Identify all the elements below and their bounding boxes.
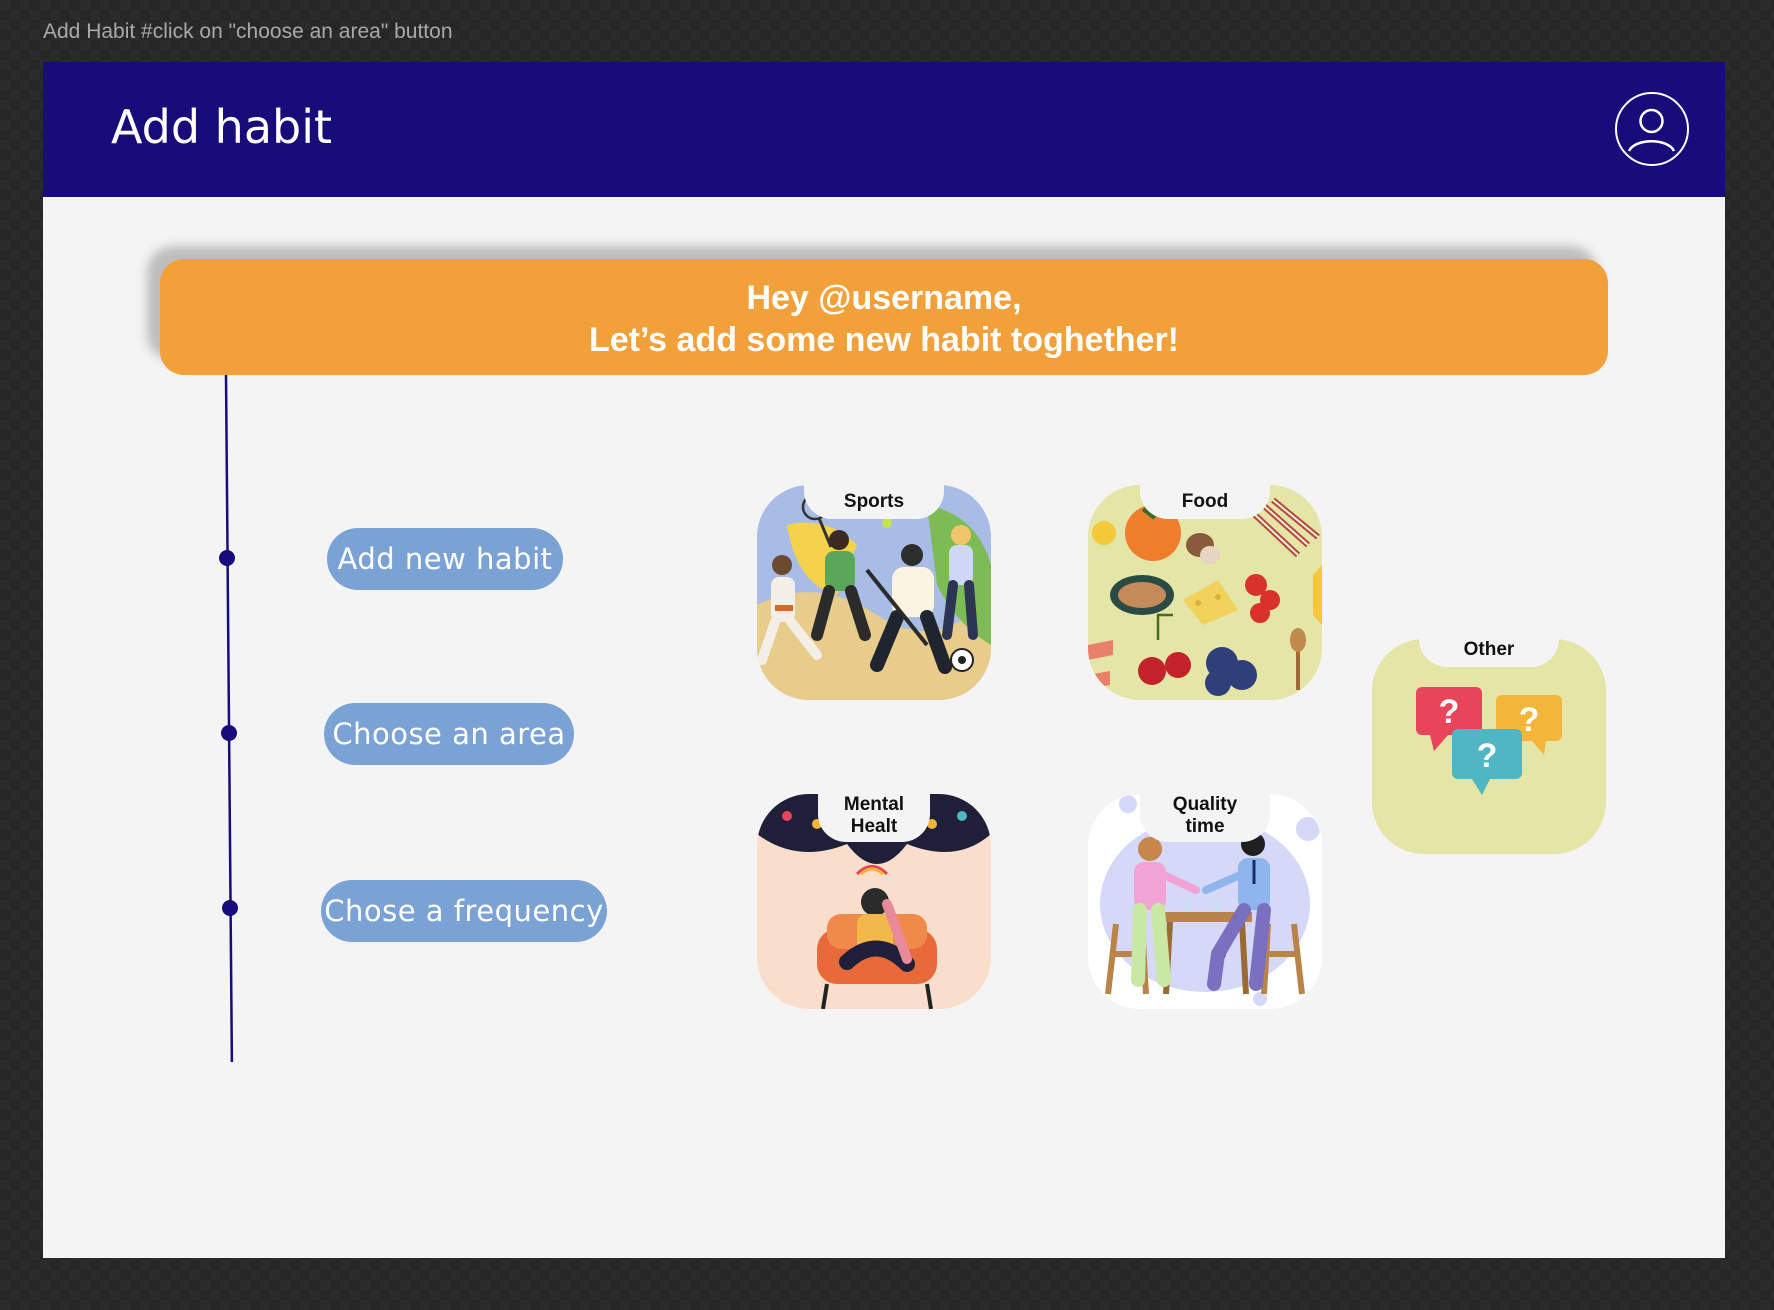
area-card-food[interactable]: Food — [1088, 465, 1322, 700]
choose-an-area-button[interactable]: Choose an area — [324, 703, 574, 765]
quality-label-line-2: time — [1185, 816, 1225, 837]
sports-label: Sports — [843, 491, 905, 512]
mental-label-line-2: Healt — [850, 816, 898, 837]
greeting-line-2: Let’s add some new habit toghether! — [588, 321, 1180, 359]
chose-a-frequency-button[interactable]: Chose a frequency — [321, 880, 607, 942]
mental-label-line-1: Mental — [843, 794, 905, 815]
user-circle-icon — [1627, 108, 1676, 152]
add-new-habit-button[interactable]: Add new habit — [327, 528, 563, 590]
add-habit-screen: Add habit Hey @username, Let’s add some … — [43, 62, 1725, 1258]
timeline-dot-1 — [219, 550, 235, 566]
area-card-other[interactable]: ? ? ? Other — [1372, 619, 1606, 854]
question-bubbles-icon: ? ? ? — [1416, 687, 1562, 795]
add-new-habit-label: Add new habit — [337, 542, 553, 576]
area-card-sports[interactable]: Sports — [757, 465, 991, 700]
frame-label: Add Habit #click on "choose an area" but… — [43, 20, 453, 43]
chose-a-frequency-label: Chose a frequency — [324, 894, 604, 928]
timeline-dot-2 — [221, 725, 237, 741]
greeting-banner: Hey @username, Let’s add some new habit … — [160, 259, 1608, 375]
progress-timeline — [219, 374, 238, 1062]
svg-text:?: ? — [1477, 737, 1498, 775]
choose-an-area-label: Choose an area — [332, 717, 566, 751]
food-label: Food — [1181, 491, 1229, 512]
area-card-mental-health[interactable]: Mental Healt — [757, 774, 991, 1009]
quality-label-line-1: Quality — [1172, 794, 1238, 815]
profile-button[interactable] — [1615, 92, 1689, 166]
timeline-dot-3 — [222, 900, 238, 916]
other-label: Other — [1463, 639, 1515, 660]
greeting-line-1: Hey @username, — [746, 279, 1022, 317]
svg-text:?: ? — [1439, 693, 1460, 731]
area-card-quality-time[interactable]: Quality time — [1088, 774, 1322, 1009]
